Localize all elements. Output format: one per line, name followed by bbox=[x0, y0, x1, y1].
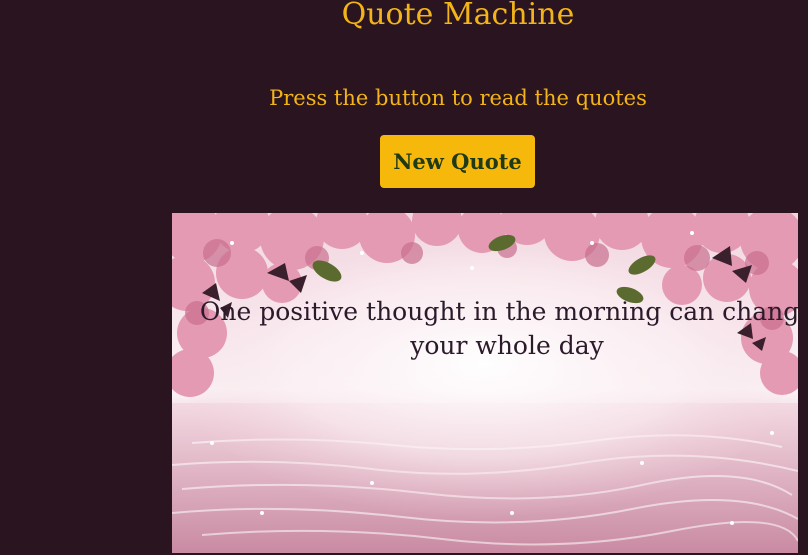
instructions-text: Press the button to read the quotes bbox=[269, 86, 647, 110]
quote-machine-page: Quote Machine Press the button to read t… bbox=[0, 0, 808, 555]
quote-text: One positive thought in the morning can … bbox=[199, 297, 798, 360]
page-title: Quote Machine bbox=[341, 0, 575, 32]
flower-background-image bbox=[172, 213, 798, 553]
new-quote-button[interactable]: New Quote bbox=[380, 135, 535, 188]
quote-panel: One positive thought in the morning can … bbox=[172, 213, 798, 553]
page-edge bbox=[798, 213, 808, 555]
